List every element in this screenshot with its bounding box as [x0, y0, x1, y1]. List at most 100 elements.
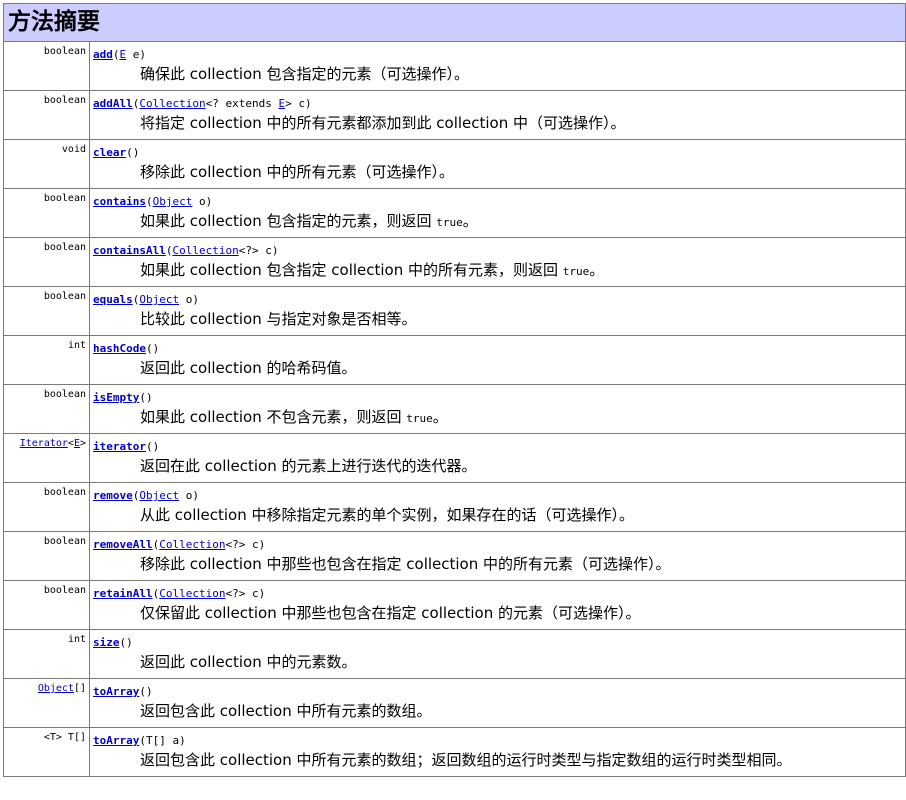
description-text: 返回此 collection 中的元素数。: [140, 653, 357, 671]
return-type-cell: boolean: [3, 188, 90, 238]
param-text: (): [139, 391, 153, 404]
description-code-literal: true: [562, 265, 590, 278]
method-link-add[interactable]: add: [93, 48, 113, 61]
return-type-cell: int: [3, 629, 90, 679]
method-row-clear: void clear() 移除此 collection 中的所有元素（可选操作）。: [3, 139, 906, 189]
method-signature: iterator(): [93, 440, 905, 454]
param-text: o): [192, 195, 213, 208]
description-text: 返回此 collection 的哈希码值。: [140, 359, 357, 377]
method-row-contains: boolean contains(Object o) 如果此 collection …: [3, 188, 906, 238]
method-description: 返回此 collection 中的元素数。: [140, 651, 905, 673]
description-text: 返回包含此 collection 中所有元素的数组；返回数组的运行时类型与指定数…: [140, 751, 792, 769]
return-type-text: >: [79, 438, 86, 449]
method-link-toarray[interactable]: toArray: [93, 734, 139, 747]
method-link-remove[interactable]: remove: [93, 489, 133, 502]
param-text: (): [139, 685, 153, 698]
method-description: 确保此 collection 包含指定的元素（可选操作）。: [140, 63, 905, 85]
param-type-link-collection[interactable]: Collection: [139, 97, 205, 110]
return-type: boolean: [43, 389, 86, 400]
method-description: 返回包含此 collection 中所有元素的数组。: [140, 700, 905, 722]
description-text: 确保此 collection 包含指定的元素（可选操作）。: [140, 65, 470, 83]
description-code-literal: true: [406, 412, 433, 425]
method-detail-cell: isEmpty() 如果此 collection 不包含元素，则返回 true。: [89, 384, 906, 434]
method-link-iterator[interactable]: iterator: [93, 440, 146, 453]
method-link-clear[interactable]: clear: [93, 146, 126, 159]
param-type-link-collection[interactable]: Collection: [172, 244, 238, 257]
method-description: 仅保留此 collection 中那些也包含在指定 collection 的元素…: [140, 602, 905, 624]
method-signature: removeAll(Collection<?> c): [93, 538, 905, 552]
return-type-cell: <T> T[]: [3, 727, 90, 777]
param-text: <?> c): [238, 244, 279, 257]
method-link-retainall[interactable]: retainAll: [93, 587, 153, 600]
param-type-link-object[interactable]: Object: [139, 489, 179, 502]
method-summary-body: 方法摘要 boolean add(E e) 确保此 collection 包含指定的…: [3, 3, 906, 777]
method-description: 如果此 collection 包含指定 collection 中的所有元素，则返…: [140, 259, 905, 283]
param-type-link-object[interactable]: Object: [153, 195, 193, 208]
return-type: boolean: [43, 585, 86, 596]
method-summary-header-row: 方法摘要: [3, 3, 906, 42]
return-type-type-link-object[interactable]: Object: [38, 683, 74, 694]
description-text: 从此 collection 中移除指定元素的单个实例，如果存在的话（可选操作）。: [140, 506, 635, 524]
param-text: (): [145, 342, 160, 355]
description-text: 返回包含此 collection 中所有元素的数组。: [140, 702, 432, 720]
param-text: o): [179, 293, 199, 306]
method-detail-cell: containsAll(Collection<?> c) 如果此 collecti…: [89, 237, 906, 287]
description-text: 移除此 collection 中那些也包含在指定 collection 中的所有…: [140, 555, 671, 573]
method-description: 比较此 collection 与指定对象是否相等。: [140, 308, 905, 330]
description-text: 将指定 collection 中的所有元素都添加到此 collection 中（…: [140, 114, 626, 132]
method-detail-cell: equals(Object o) 比较此 collection 与指定对象是否相等…: [89, 286, 906, 336]
method-link-equals[interactable]: equals: [93, 293, 133, 306]
method-signature: toArray(T[] a): [93, 734, 905, 748]
method-detail-cell: clear() 移除此 collection 中的所有元素（可选操作）。: [89, 139, 906, 189]
method-description: 将指定 collection 中的所有元素都添加到此 collection 中（…: [140, 112, 905, 134]
description-text: 比较此 collection 与指定对象是否相等。: [140, 310, 417, 328]
param-type-link-object[interactable]: Object: [139, 293, 179, 306]
param-text: (: [145, 195, 153, 208]
return-type-cell: boolean: [3, 237, 90, 287]
method-detail-cell: contains(Object o) 如果此 collection 包含指定的元素…: [89, 188, 906, 238]
method-link-removeall[interactable]: removeAll: [93, 538, 153, 551]
method-description: 从此 collection 中移除指定元素的单个实例，如果存在的话（可选操作）。: [140, 504, 905, 526]
method-detail-cell: hashCode() 返回此 collection 的哈希码值。: [89, 335, 906, 385]
return-type-type-link-iterator[interactable]: Iterator: [20, 438, 68, 449]
return-type-cell: boolean: [3, 482, 90, 532]
param-text: <? extends: [205, 97, 279, 110]
method-signature: isEmpty(): [93, 391, 905, 405]
method-row-add: boolean add(E e) 确保此 collection 包含指定的元素（可选…: [3, 41, 906, 91]
param-text: <?> c): [225, 538, 266, 551]
return-type: boolean: [43, 193, 86, 204]
return-type-cell: Iterator<E>: [3, 433, 90, 483]
method-description: 返回在此 collection 的元素上进行迭代的迭代器。: [140, 455, 905, 477]
method-link-hashcode[interactable]: hashCode: [93, 342, 146, 355]
method-description: 移除此 collection 中那些也包含在指定 collection 中的所有…: [140, 553, 905, 575]
method-signature: clear(): [93, 146, 905, 160]
method-detail-cell: size() 返回此 collection 中的元素数。: [89, 629, 906, 679]
method-link-isempty[interactable]: isEmpty: [93, 391, 139, 404]
method-description: 返回此 collection 的哈希码值。: [140, 357, 905, 379]
param-type-link-collection[interactable]: Collection: [159, 587, 225, 600]
method-signature: size(): [93, 636, 905, 650]
method-link-containsall[interactable]: containsAll: [93, 244, 166, 257]
description-code-literal: true: [436, 216, 463, 229]
description-text: 。: [432, 408, 448, 426]
return-type: boolean: [43, 291, 86, 302]
return-type: boolean: [43, 242, 86, 253]
method-summary-heading: 方法摘要: [3, 3, 906, 42]
param-type-link-collection[interactable]: Collection: [159, 538, 225, 551]
return-type: boolean: [43, 46, 86, 57]
method-link-addall[interactable]: addAll: [93, 97, 133, 110]
method-link-toarray[interactable]: toArray: [93, 685, 139, 698]
return-type-cell: boolean: [3, 286, 90, 336]
method-signature: retainAll(Collection<?> c): [93, 587, 905, 601]
method-row-containsall: boolean containsAll(Collection<?> c) 如果此 c…: [3, 237, 906, 287]
param-text: (): [119, 636, 133, 649]
return-type-cell: Object[]: [3, 678, 90, 728]
param-text: (T[] a): [139, 734, 186, 747]
method-detail-cell: add(E e) 确保此 collection 包含指定的元素（可选操作）。: [89, 41, 906, 91]
method-row-toarray-14: <T> T[] toArray(T[] a) 返回包含此 collection 中所…: [3, 727, 906, 777]
method-detail-cell: retainAll(Collection<?> c) 仅保留此 collectio…: [89, 580, 906, 630]
method-link-contains[interactable]: contains: [93, 195, 146, 208]
return-type: boolean: [43, 95, 86, 106]
method-link-size[interactable]: size: [93, 636, 120, 649]
method-signature: remove(Object o): [93, 489, 905, 503]
